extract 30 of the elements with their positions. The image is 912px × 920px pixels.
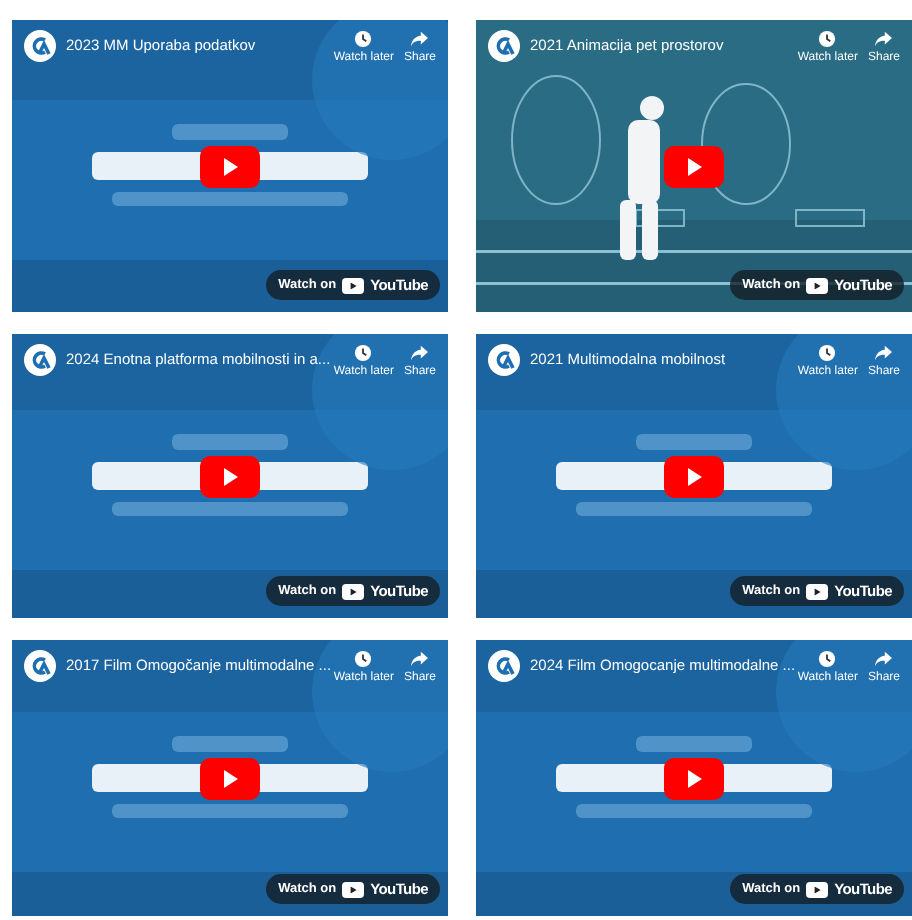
channel-logo-icon[interactable] (24, 650, 56, 682)
play-button[interactable] (200, 456, 260, 498)
channel-logo-icon[interactable] (488, 30, 520, 62)
share-icon (874, 344, 893, 362)
play-button[interactable] (200, 758, 260, 800)
play-icon (806, 277, 829, 293)
play-icon (342, 881, 365, 897)
play-icon (342, 277, 365, 293)
channel-logo-icon[interactable] (488, 650, 520, 682)
play-button[interactable] (664, 146, 724, 188)
clock-icon (818, 30, 837, 48)
channel-logo-icon[interactable] (24, 30, 56, 62)
share-icon (410, 30, 429, 48)
play-icon (806, 583, 829, 599)
channel-logo-icon[interactable] (488, 344, 520, 376)
clock-icon (818, 344, 837, 362)
share-icon (410, 344, 429, 362)
share-icon (410, 650, 429, 668)
play-icon (342, 583, 365, 599)
play-icon (806, 881, 829, 897)
channel-logo-icon[interactable] (24, 344, 56, 376)
play-button[interactable] (664, 456, 724, 498)
play-button[interactable] (664, 758, 724, 800)
play-button[interactable] (200, 146, 260, 188)
share-icon (874, 30, 893, 48)
share-icon (874, 650, 893, 668)
clock-icon (354, 30, 373, 48)
clock-icon (354, 650, 373, 668)
clock-icon (354, 344, 373, 362)
clock-icon (818, 650, 837, 668)
